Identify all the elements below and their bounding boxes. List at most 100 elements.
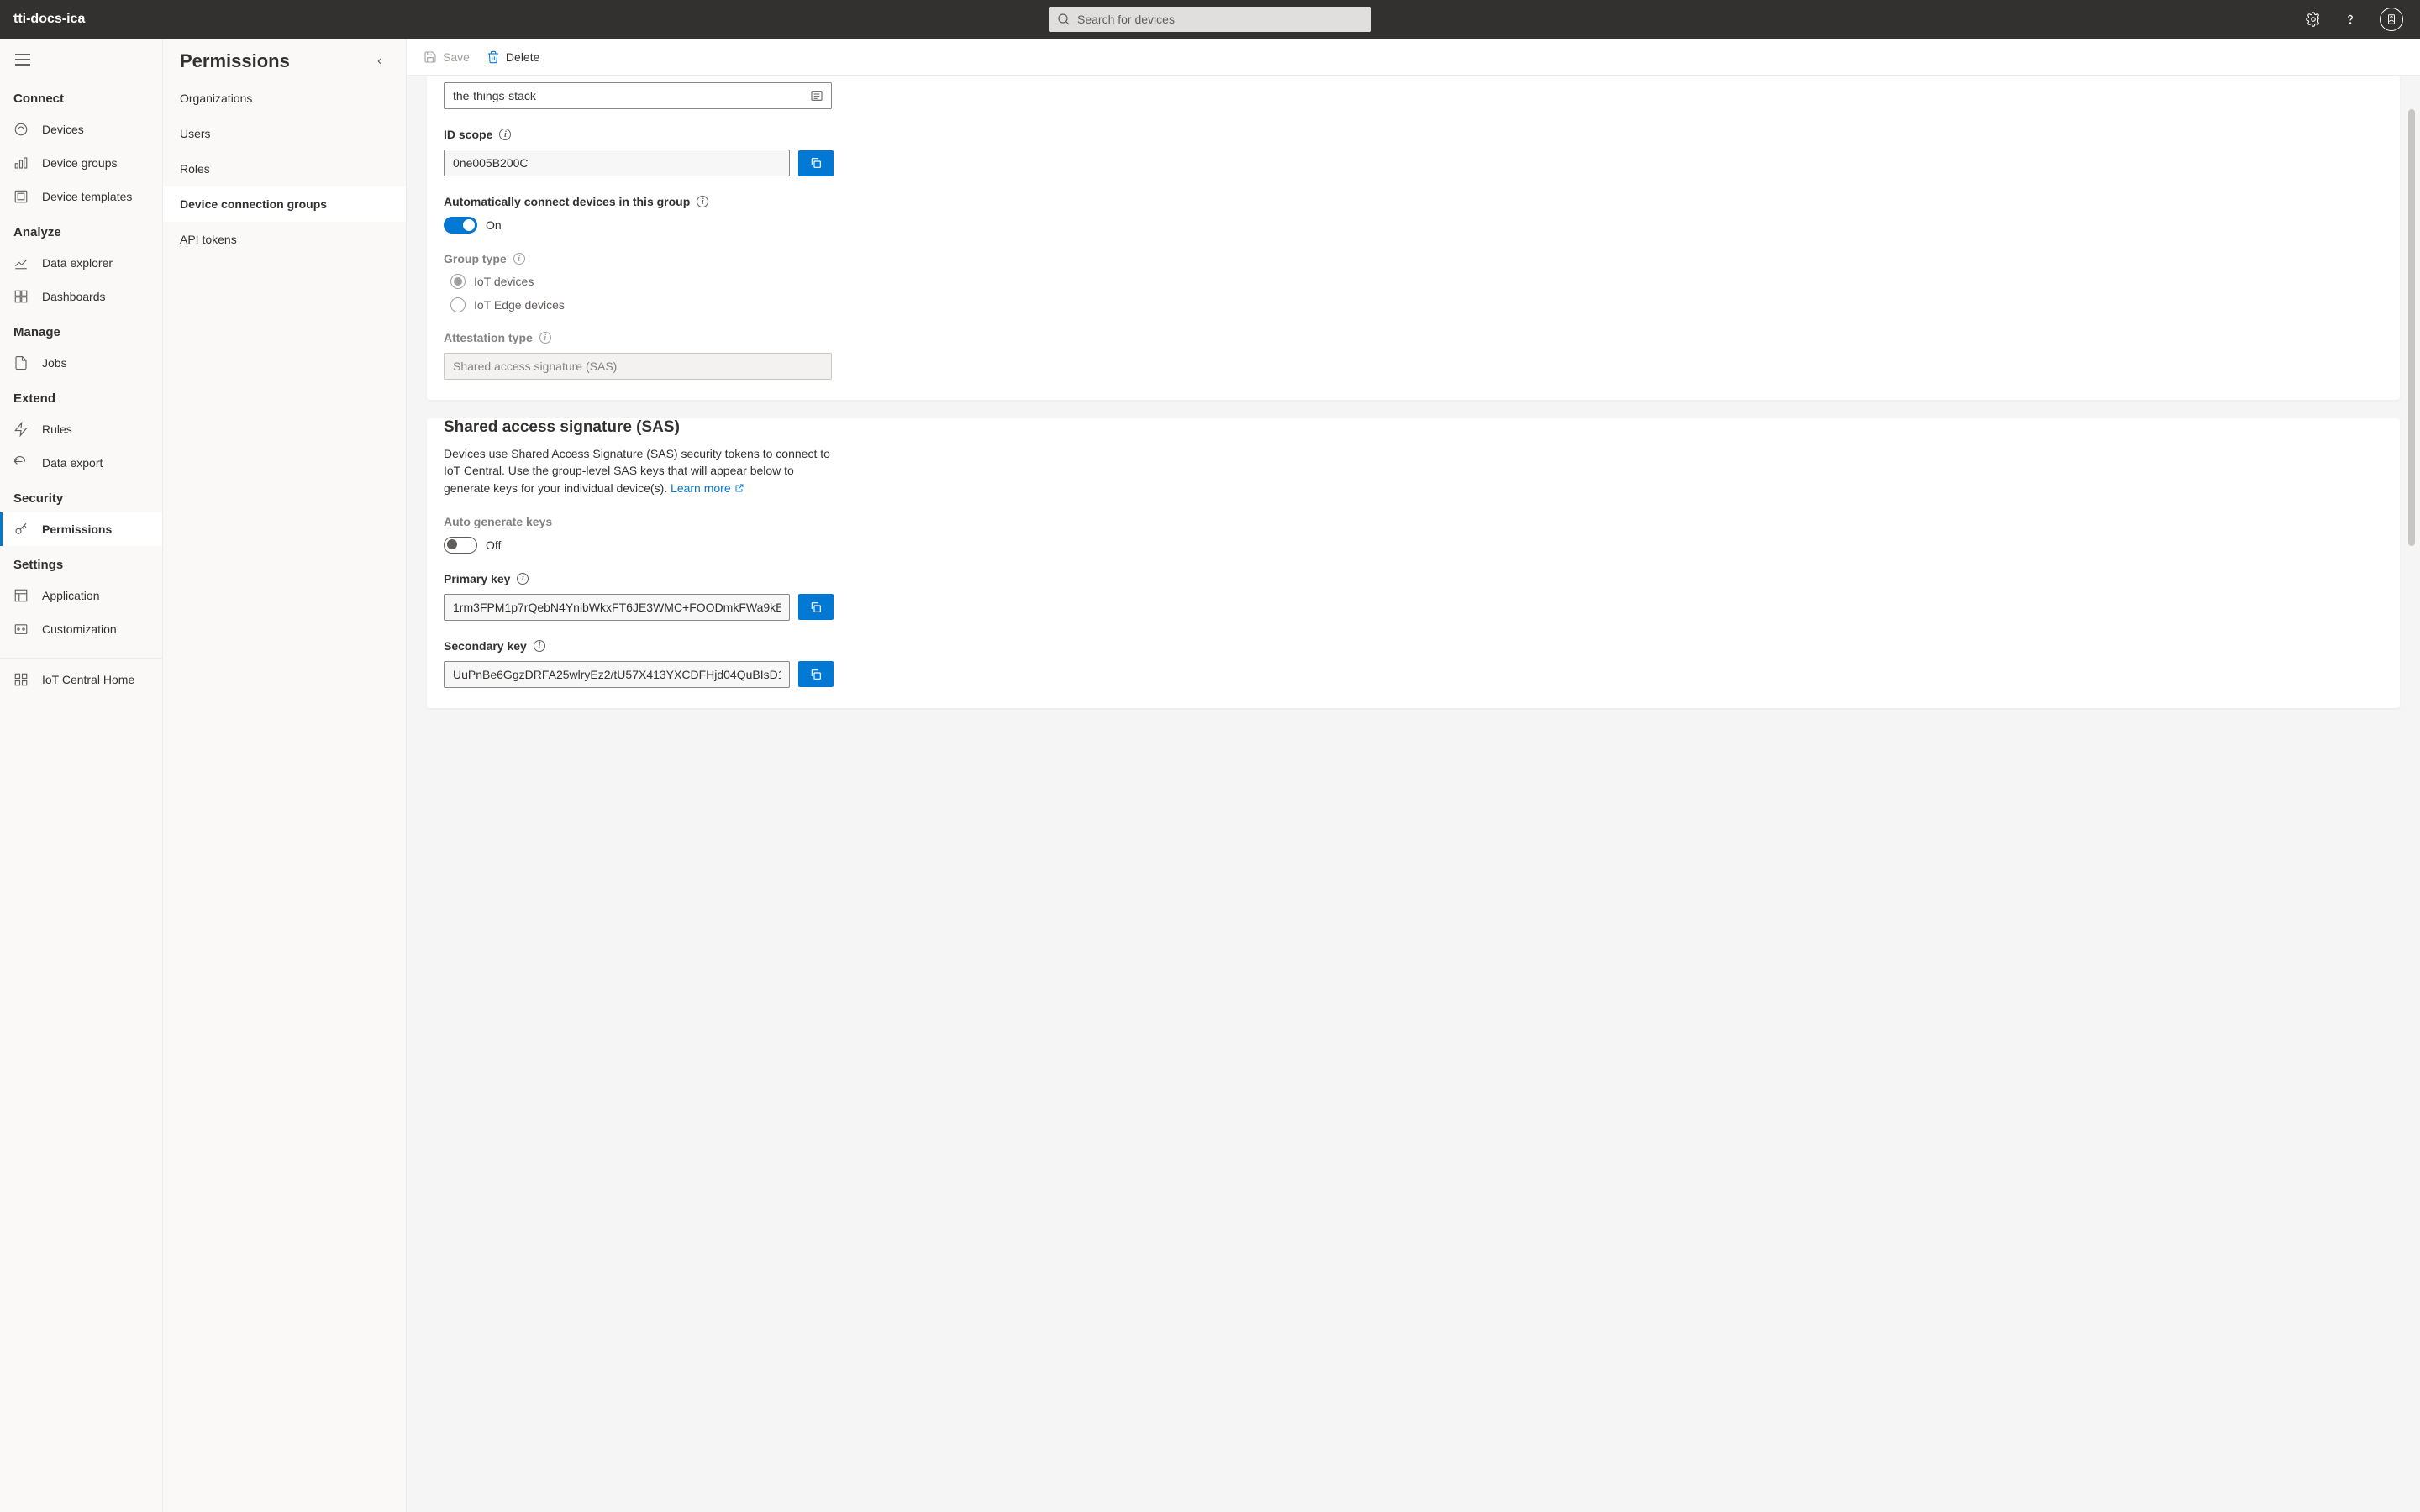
collapse-button[interactable] [371,52,389,71]
search-input[interactable] [1049,7,1371,32]
secondary-sidebar-title: Permissions [180,50,290,72]
nav-section-connect: Connect [0,80,162,113]
application-icon [13,588,29,603]
search-container [1049,7,1371,32]
nav-item-dashboards[interactable]: Dashboards [0,280,162,313]
info-icon[interactable]: i [697,196,708,207]
nav-label: Dashboards [42,290,106,303]
nav-section-analyze: Analyze [0,213,162,246]
settings-button[interactable] [2302,8,2324,30]
app-header: tti-docs-ica [0,0,2420,39]
nav-label: Permissions [42,522,112,536]
radio-iot-edge-devices: IoT Edge devices [450,297,2383,312]
sas-title: Shared access signature (SAS) [444,418,2383,437]
nav-item-data-export[interactable]: Data export [0,446,162,480]
sidebar-item-organizations[interactable]: Organizations [163,81,406,116]
nav-item-data-explorer[interactable]: Data explorer [0,246,162,280]
group-name-input[interactable] [444,82,832,109]
help-icon [2343,12,2358,27]
external-link-icon [734,483,744,493]
scrollbar[interactable] [2408,84,2415,1504]
delete-icon [487,50,500,64]
copy-secondary-key-button[interactable] [798,661,834,687]
rules-icon [13,422,29,437]
copy-icon [809,156,823,170]
info-icon[interactable]: i [534,640,545,652]
info-icon[interactable]: i [539,332,551,344]
save-button[interactable]: Save [424,45,470,69]
nav-label: Device groups [42,156,118,170]
device-templates-icon [13,189,29,204]
dashboards-icon [13,289,29,304]
auto-connect-toggle[interactable] [444,217,477,234]
nav-section-settings: Settings [0,546,162,579]
sidebar-item-device-connection-groups[interactable]: Device connection groups [163,186,406,222]
header-actions [2302,4,2407,34]
sas-card: Shared access signature (SAS) Devices us… [427,418,2400,708]
id-scope-label: ID scope i [444,128,2383,141]
hamburger-icon [15,54,30,66]
save-icon [424,50,437,64]
nav-label: Data explorer [42,256,113,270]
nav-item-application[interactable]: Application [0,579,162,612]
attestation-type-label: Attestation type i [444,331,2383,344]
list-icon [810,89,823,102]
content-scroll-area[interactable]: ID scope i Automatically connect devices… [407,76,2420,1512]
secondary-key-input[interactable] [444,661,790,688]
nav-section-manage: Manage [0,313,162,346]
copy-primary-key-button[interactable] [798,594,834,620]
customization-icon [13,622,29,637]
nav-item-device-templates[interactable]: Device templates [0,180,162,213]
toolbar: Save Delete [407,39,2420,76]
attestation-type-input: Shared access signature (SAS) [444,353,832,380]
nav-label: Data export [42,456,103,470]
avatar-icon [2380,8,2403,31]
sidebar-item-users[interactable]: Users [163,116,406,151]
group-settings-card: ID scope i Automatically connect devices… [427,76,2400,400]
save-label: Save [443,50,470,64]
account-button[interactable] [2376,4,2407,34]
delete-button[interactable]: Delete [487,45,539,69]
help-button[interactable] [2339,8,2361,30]
auto-generate-keys-label: Auto generate keys [444,515,2383,528]
group-type-label: Group type i [444,252,2383,265]
info-icon[interactable]: i [513,253,525,265]
nav-label: Jobs [42,356,67,370]
nav-section-extend: Extend [0,380,162,412]
sidebar-item-api-tokens[interactable]: API tokens [163,222,406,257]
toggle-state-label: On [486,218,502,232]
sas-description: Devices use Shared Access Signature (SAS… [444,445,839,496]
gear-icon [2306,12,2321,27]
info-icon[interactable]: i [499,129,511,140]
menu-toggle-button[interactable] [15,54,30,66]
copy-icon [809,601,823,614]
search-icon [1057,13,1071,26]
main-layout: Connect Devices Device groups Device tem… [0,39,2420,1512]
nav-item-customization[interactable]: Customization [0,612,162,646]
secondary-key-label: Secondary key i [444,639,2383,653]
permissions-icon [13,522,29,537]
sidebar-item-roles[interactable]: Roles [163,151,406,186]
data-export-icon [13,455,29,470]
info-icon[interactable]: i [517,573,529,585]
nav-item-rules[interactable]: Rules [0,412,162,446]
home-icon [13,672,29,687]
copy-id-scope-button[interactable] [798,150,834,176]
primary-key-input[interactable] [444,594,790,621]
learn-more-link[interactable]: Learn more [671,480,744,496]
nav-item-home[interactable]: IoT Central Home [0,658,162,696]
id-scope-input[interactable] [444,150,790,176]
nav-item-jobs[interactable]: Jobs [0,346,162,380]
jobs-icon [13,355,29,370]
nav-item-device-groups[interactable]: Device groups [0,146,162,180]
radio-iot-devices: IoT devices [450,274,2383,289]
auto-generate-keys-toggle[interactable] [444,537,477,554]
copy-icon [809,668,823,681]
radio-icon [450,297,466,312]
primary-sidebar: Connect Devices Device groups Device tem… [0,39,163,1512]
delete-label: Delete [506,50,539,64]
toggle-state-label: Off [486,538,501,552]
nav-label: IoT Central Home [42,673,134,686]
nav-item-devices[interactable]: Devices [0,113,162,146]
nav-item-permissions[interactable]: Permissions [0,512,162,546]
